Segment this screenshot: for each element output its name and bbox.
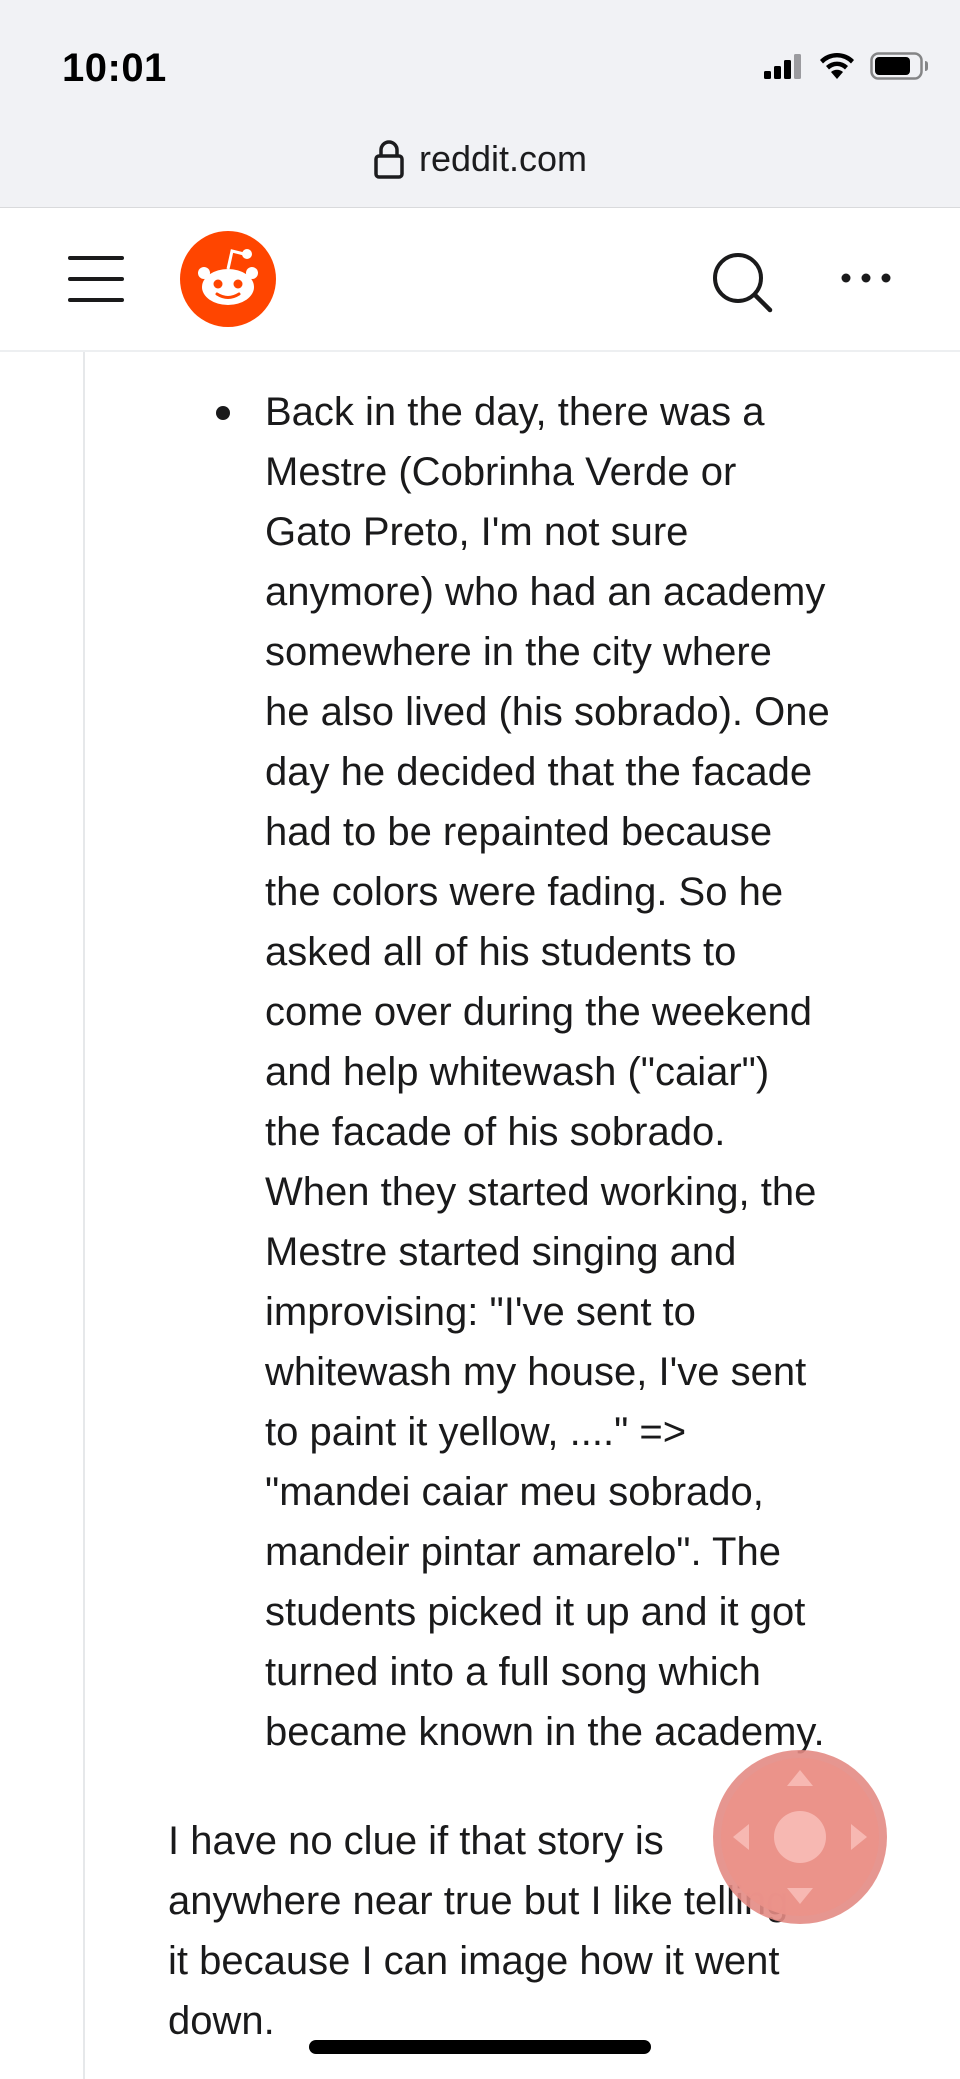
text-line: and help whitewash ("caiar") xyxy=(265,1050,770,1094)
cellular-signal-icon xyxy=(764,54,801,79)
text-line: he also lived (his sobrado). One xyxy=(265,690,830,734)
url-domain: reddit.com xyxy=(418,138,588,179)
status-icons xyxy=(764,52,930,80)
text-line: whitewash my house, I've sent xyxy=(265,1350,807,1394)
text-line: students picked it up and it got xyxy=(265,1590,806,1634)
text-line: turned into a full song which xyxy=(265,1650,761,1694)
text-line: Back in the day, there was a xyxy=(265,390,765,434)
text-line: "mandei caiar meu sobrado, xyxy=(265,1470,764,1514)
comment-bullet-text: Back in the day, there was a Mestre (Cob… xyxy=(265,382,905,1762)
text-line: the facade of his sobrado. xyxy=(265,1110,726,1154)
text-line: had to be repainted because xyxy=(265,810,773,854)
more-options-icon[interactable] xyxy=(838,268,894,288)
text-line: to paint it yellow, ...." => xyxy=(265,1410,687,1454)
status-time: 10:01 xyxy=(62,46,167,90)
text-line: the colors were fading. So he xyxy=(265,870,784,914)
text-line: day he decided that the facade xyxy=(265,750,813,794)
comment-thread-line[interactable] xyxy=(83,352,85,2079)
text-line: come over during the weekend xyxy=(265,990,812,1034)
reddit-logo[interactable] xyxy=(180,231,276,327)
text-line: somewhere in the city where xyxy=(265,630,772,674)
browser-chrome: 10:01 reddit.com xyxy=(0,0,960,208)
wifi-icon xyxy=(820,52,854,79)
text-line: Mestre (Cobrinha Verde or xyxy=(265,450,737,494)
battery-icon xyxy=(870,52,928,80)
text-line: improvising: "I've sent to xyxy=(265,1290,696,1334)
list-bullet xyxy=(216,406,230,420)
text-line: mandeir pintar amarelo". The xyxy=(265,1530,781,1574)
text-line: anymore) who had an academy xyxy=(265,570,826,614)
text-line: it because I can image how it went xyxy=(168,1939,780,1983)
hamburger-menu-icon[interactable] xyxy=(68,256,124,302)
text-line: Mestre started singing and xyxy=(265,1230,737,1274)
address-bar[interactable]: reddit.com xyxy=(0,138,960,180)
text-line: asked all of his students to xyxy=(265,930,737,974)
assistive-touch-icon[interactable] xyxy=(711,1748,889,1926)
home-indicator[interactable] xyxy=(309,2040,651,2054)
lock-icon xyxy=(374,140,404,179)
text-line: When they started working, the xyxy=(265,1170,817,1214)
search-icon[interactable] xyxy=(710,250,774,314)
reddit-header xyxy=(0,208,960,352)
text-line: Gato Preto, I'm not sure xyxy=(265,510,689,554)
